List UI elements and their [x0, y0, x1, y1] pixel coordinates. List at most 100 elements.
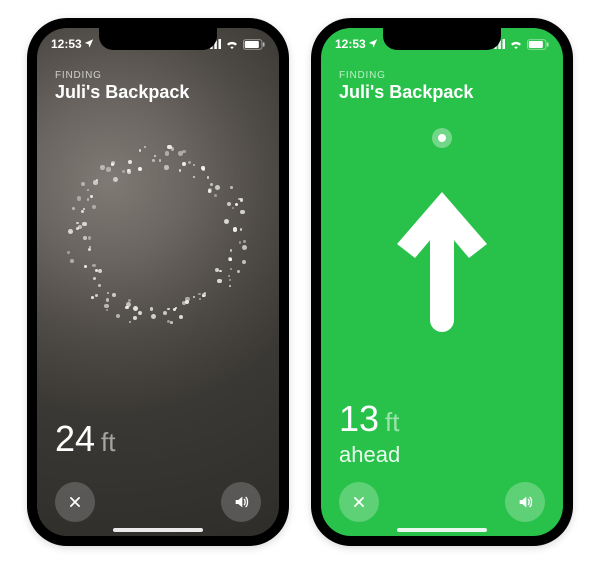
button-row [321, 482, 563, 522]
particle [113, 177, 118, 182]
play-sound-button[interactable] [505, 482, 545, 522]
particle [68, 229, 73, 234]
particle [210, 183, 213, 186]
particle [214, 194, 217, 197]
particle [144, 146, 146, 148]
particle [198, 293, 201, 296]
phone-right: 12:53 FINDING Juli's Backpack [311, 18, 573, 546]
particle [67, 251, 71, 255]
button-row [37, 482, 279, 522]
particle [240, 228, 243, 231]
battery-icon [527, 39, 549, 50]
particle [138, 167, 142, 171]
particle [81, 182, 85, 186]
notch [99, 28, 217, 50]
location-icon [84, 37, 94, 51]
phone-left: 12:53 FINDING Juli's Backpack [27, 18, 289, 546]
particle [171, 147, 174, 150]
precision-finding-screen-located: 12:53 FINDING Juli's Backpack [321, 28, 563, 536]
particle [152, 159, 155, 162]
target-dot-icon [432, 128, 452, 148]
particle [150, 307, 154, 311]
particle [233, 227, 237, 231]
particle [129, 321, 131, 323]
particle [98, 284, 102, 288]
particle [125, 306, 128, 309]
close-button[interactable] [339, 482, 379, 522]
play-sound-button[interactable] [221, 482, 261, 522]
particle [219, 270, 221, 272]
wifi-icon [509, 39, 523, 49]
home-indicator[interactable] [113, 528, 203, 532]
particle [179, 169, 181, 171]
particle [201, 166, 204, 169]
particle [81, 210, 85, 214]
particle [182, 150, 186, 154]
particle [83, 208, 85, 210]
speaker-icon [516, 494, 534, 510]
particle [122, 170, 125, 173]
speaker-icon [232, 494, 250, 510]
particle-ring [63, 140, 253, 330]
particle [240, 210, 245, 215]
particle [91, 296, 94, 299]
particle [215, 185, 220, 190]
particle [202, 295, 205, 298]
particle [106, 309, 108, 311]
particle [237, 270, 240, 273]
distance-unit: ft [101, 427, 115, 458]
particle [179, 315, 183, 319]
particle [100, 165, 105, 170]
status-time: 12:53 [335, 37, 366, 51]
particle [173, 308, 176, 311]
particle [199, 298, 201, 300]
distance-value: 13 [339, 398, 379, 440]
battery-icon [243, 39, 265, 50]
particle [193, 176, 195, 178]
particle [87, 189, 89, 191]
particle [188, 161, 191, 164]
particle [232, 207, 234, 209]
particle [92, 205, 96, 209]
particle [193, 164, 195, 166]
particle [229, 258, 232, 261]
particle [230, 268, 232, 270]
finding-label: FINDING [339, 70, 473, 81]
particle [163, 311, 167, 315]
header: FINDING Juli's Backpack [55, 70, 189, 103]
finding-label: FINDING [55, 70, 189, 81]
particle [139, 149, 141, 151]
home-indicator[interactable] [397, 528, 487, 532]
particle [95, 294, 99, 298]
particle [128, 160, 132, 164]
particle [164, 165, 168, 169]
item-name: Juli's Backpack [339, 82, 473, 103]
particle [165, 151, 169, 155]
particle [77, 196, 81, 200]
distance-value: 24 [55, 418, 95, 460]
particle [83, 236, 87, 240]
particle [230, 249, 233, 252]
particle [151, 314, 156, 319]
particle [87, 198, 90, 201]
precision-finding-screen-searching: 12:53 FINDING Juli's Backpack [37, 28, 279, 536]
particle [93, 277, 96, 280]
wifi-icon [225, 39, 239, 49]
particle [185, 297, 189, 301]
particle [207, 176, 209, 178]
close-button[interactable] [55, 482, 95, 522]
direction-indicator [321, 128, 563, 334]
distance-readout: 13 ft [339, 398, 400, 440]
particle [70, 259, 74, 263]
arrow-up-icon [387, 184, 497, 334]
distance-unit: ft [385, 407, 399, 438]
particle [106, 167, 110, 171]
direction-label: ahead [339, 442, 400, 468]
particle [106, 298, 109, 301]
particle [88, 248, 91, 251]
particle [133, 306, 138, 311]
particle [167, 308, 170, 311]
particle [182, 162, 186, 166]
particle [126, 302, 131, 307]
particle [230, 186, 233, 189]
